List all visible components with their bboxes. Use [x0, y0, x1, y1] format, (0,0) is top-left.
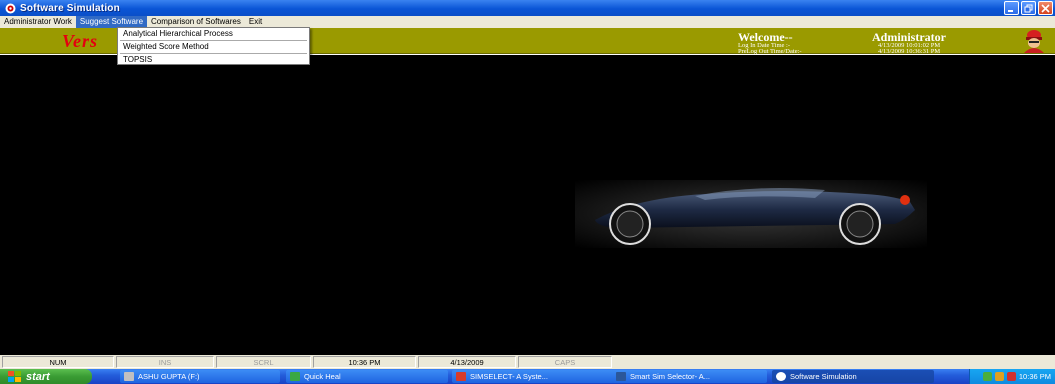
car-image: [575, 180, 927, 248]
status-bar: NUM INS SCRL 10:36 PM 4/13/2009 CAPS: [0, 355, 1055, 369]
menu-item-weighted-score[interactable]: Weighted Score Method: [118, 41, 309, 53]
task-label: ASHU GUPTA (F:): [138, 372, 200, 381]
alert-icon[interactable]: [1006, 372, 1016, 381]
taskbar-item-software-simulation[interactable]: Software Simulation: [772, 370, 934, 383]
close-icon: [1041, 3, 1050, 13]
taskbar-item-simselect[interactable]: SIMSELECT- A Syste...: [452, 370, 614, 383]
status-caps: CAPS: [518, 356, 612, 368]
task-label: SIMSELECT- A Syste...: [470, 372, 548, 381]
minimize-button[interactable]: [1004, 1, 1019, 15]
taskbar-item-quick-heal[interactable]: Quick Heal: [286, 370, 448, 383]
task-label: Quick Heal: [304, 372, 341, 381]
prelogout-time-label: PreLog Out Time/Date:-: [738, 48, 802, 55]
task-label: Software Simulation: [790, 372, 857, 381]
document-icon: [456, 372, 466, 381]
start-button[interactable]: start: [0, 369, 92, 384]
suggest-software-dropdown: Analytical Hierarchical Process Weighted…: [117, 27, 310, 65]
status-time: 10:36 PM: [313, 356, 416, 368]
restore-button[interactable]: [1021, 1, 1036, 15]
drive-icon: [124, 372, 134, 381]
taskbar: start ASHU GUPTA (F:) Quick Heal SIMSELE…: [0, 369, 1055, 384]
app-icon: [4, 2, 16, 14]
window-title: Software Simulation: [20, 2, 120, 14]
status-date: 4/13/2009: [418, 356, 516, 368]
close-button[interactable]: [1038, 1, 1053, 15]
taskbar-item-drive[interactable]: ASHU GUPTA (F:): [120, 370, 280, 383]
status-scrl: SCRL: [216, 356, 311, 368]
start-label: start: [26, 370, 50, 383]
windows-flag-icon: [8, 370, 21, 382]
system-tray: 10:36 PM: [969, 369, 1055, 384]
main-content-area: [0, 55, 1055, 355]
antivirus-icon[interactable]: [994, 372, 1004, 381]
word-icon: [616, 372, 626, 381]
logo-text: Vers: [62, 31, 99, 51]
quick-heal-icon: [290, 372, 300, 381]
network-icon[interactable]: [982, 372, 992, 381]
minimize-icon: [1008, 9, 1013, 12]
avatar-icon: [1020, 29, 1048, 53]
tray-clock: 10:36 PM: [1018, 372, 1051, 381]
taskbar-item-smart-sim[interactable]: Smart Sim Selector- A...: [612, 370, 767, 383]
status-ins: INS: [116, 356, 214, 368]
restore-icon: [1024, 4, 1033, 12]
menu-item-topsis[interactable]: TOPSIS: [118, 54, 309, 66]
prelogout-time-value: 4/13/2009 10:36:31 PM: [878, 48, 941, 55]
status-num: NUM: [2, 356, 114, 368]
task-label: Smart Sim Selector- A...: [630, 372, 711, 381]
menu-item-ahp[interactable]: Analytical Hierarchical Process: [118, 28, 309, 40]
app-icon: [776, 372, 786, 381]
menu-administrator-work[interactable]: Administrator Work: [0, 16, 76, 28]
title-bar: Software Simulation: [0, 0, 1055, 16]
